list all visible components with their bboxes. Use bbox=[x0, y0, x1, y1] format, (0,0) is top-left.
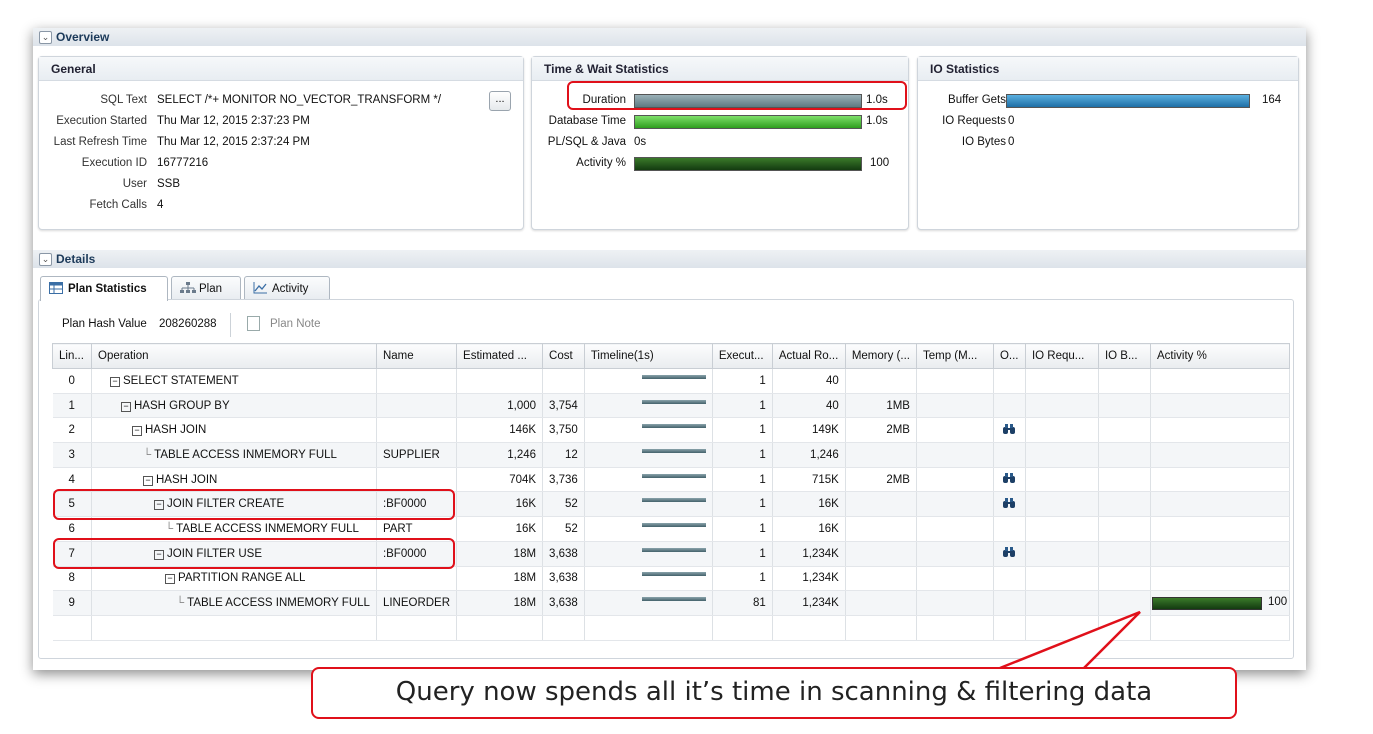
callout-pointer bbox=[999, 610, 1141, 670]
callout-text: Query now spends all it’s time in scanni… bbox=[311, 667, 1237, 719]
